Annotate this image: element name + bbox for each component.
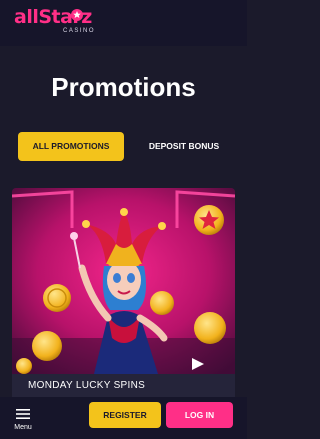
page-title: Promotions bbox=[51, 72, 196, 102]
menu-label: Menu bbox=[14, 424, 32, 431]
tab-all-promotions[interactable]: ALL PROMOTIONS bbox=[18, 132, 124, 161]
promo-title: MONDAY LUCKY SPINS bbox=[28, 380, 146, 391]
logo-subtext: CASINO bbox=[63, 28, 96, 34]
bottom-bar: Menu REGISTER LOG IN bbox=[0, 397, 247, 439]
register-button[interactable]: REGISTER bbox=[89, 402, 161, 428]
hamburger-icon bbox=[16, 409, 30, 419]
promo-card[interactable]: MONDAY LUCKY SPINS bbox=[12, 188, 235, 403]
menu-button[interactable]: Menu bbox=[8, 404, 38, 434]
login-button[interactable]: LOG IN bbox=[166, 402, 233, 428]
tab-deposit-bonus[interactable]: DEPOSIT BONUS bbox=[138, 132, 230, 161]
logo-star-icon bbox=[71, 9, 83, 21]
promo-image bbox=[12, 188, 235, 374]
top-bar: allStarz CASINO bbox=[0, 0, 247, 46]
allstarz-logo[interactable]: allStarz CASINO bbox=[14, 6, 104, 40]
